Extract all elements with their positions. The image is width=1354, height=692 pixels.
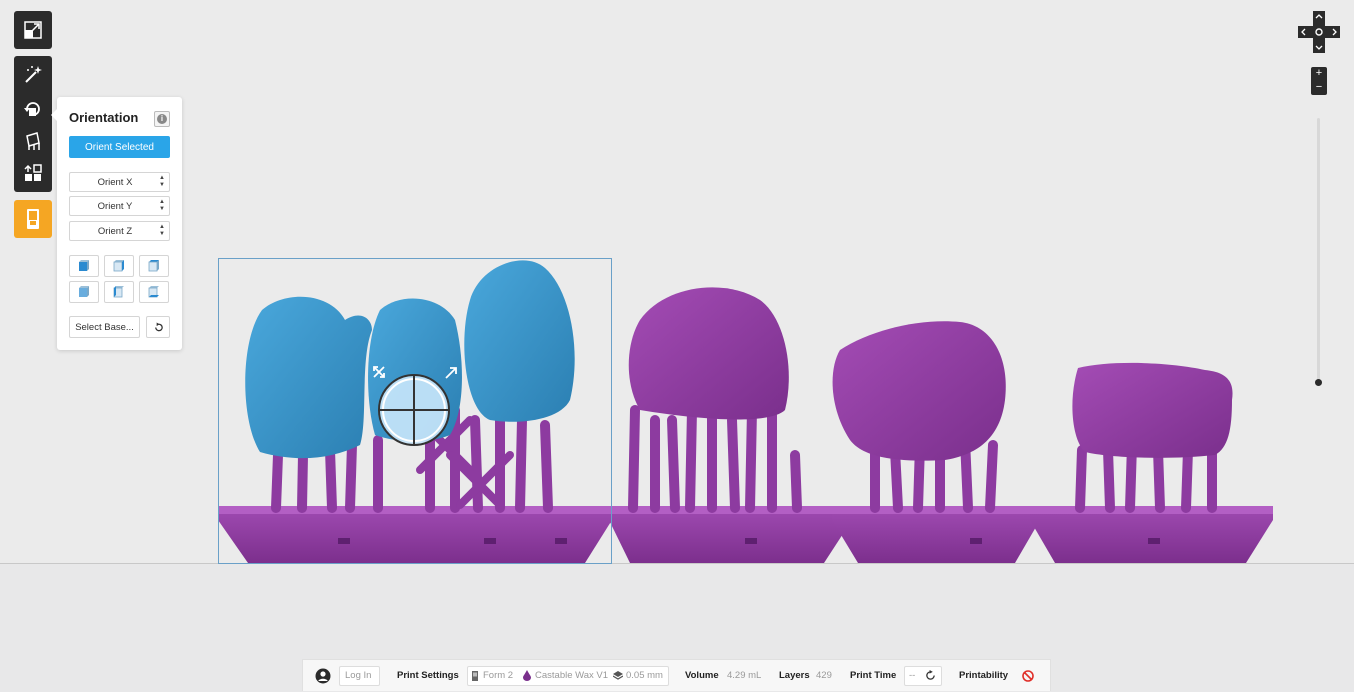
print-time-label: Print Time xyxy=(850,670,897,681)
face-side-button[interactable] xyxy=(104,255,134,277)
login-link[interactable]: Log In xyxy=(345,660,371,691)
orientation-tool-button[interactable] xyxy=(14,92,52,126)
printer-small-icon xyxy=(472,660,478,691)
orient-y-label: Orient Y xyxy=(97,201,133,212)
arrange-icon xyxy=(24,164,42,181)
zoom-in-button[interactable]: + xyxy=(1311,67,1327,81)
reset-orientation-button[interactable] xyxy=(146,316,170,338)
arrange-tool-button[interactable] xyxy=(14,156,52,190)
printer-value[interactable]: Form 2 xyxy=(483,660,513,691)
print-settings-label: Print Settings xyxy=(397,670,459,681)
view-navigation-pad[interactable] xyxy=(1298,11,1340,53)
supports-tool-button[interactable] xyxy=(14,124,52,158)
stepper-arrows-icon[interactable]: ▲ ▼ xyxy=(159,224,165,238)
layer-height-value[interactable]: 0.05 mm xyxy=(626,660,663,691)
orient-z-label: Orient Z xyxy=(97,226,133,237)
raft-bases xyxy=(218,506,1273,563)
unselected-models[interactable] xyxy=(628,287,1233,461)
supports-icon xyxy=(26,132,40,150)
layers-value: 429 xyxy=(816,670,832,681)
orient-y-stepper[interactable]: Orient Y ▲ ▼ xyxy=(69,196,170,216)
status-bar: Log In Print Settings Form 2 Castable Wa… xyxy=(302,659,1051,691)
volume-value: 4.29 mL xyxy=(727,670,762,681)
magic-tool-button[interactable] xyxy=(14,58,52,92)
tool-group xyxy=(14,56,52,192)
material-value[interactable]: Castable Wax V1 xyxy=(535,660,608,691)
reset-icon xyxy=(154,321,163,331)
layer-slider-track[interactable] xyxy=(1317,118,1320,380)
info-button[interactable]: i xyxy=(154,111,170,127)
stepper-arrows-icon[interactable]: ▲ ▼ xyxy=(159,199,165,213)
face-back-button[interactable] xyxy=(69,281,99,303)
layers-label: Layers xyxy=(779,670,810,681)
refresh-icon xyxy=(926,670,935,680)
face-front-button[interactable] xyxy=(69,255,99,277)
orient-selected-button[interactable]: Orient Selected xyxy=(69,136,170,158)
printer-icon xyxy=(27,209,39,229)
info-icon: i xyxy=(157,114,167,124)
orient-z-stepper[interactable]: Orient Z ▲ ▼ xyxy=(69,221,170,241)
print-time-value: -- xyxy=(909,670,916,681)
zoom-out-button[interactable]: − xyxy=(1311,81,1327,95)
not-allowed-icon xyxy=(1022,669,1034,682)
zoom-control: + − xyxy=(1311,67,1327,95)
orient-x-stepper[interactable]: Orient X ▲ ▼ xyxy=(69,172,170,192)
volume-label: Volume xyxy=(685,670,719,681)
cube-left-icon xyxy=(113,286,124,298)
cube-bottom-icon xyxy=(148,286,159,298)
face-left-button[interactable] xyxy=(104,281,134,303)
layers-stack-icon xyxy=(613,660,623,691)
printability-label: Printability xyxy=(959,670,1009,681)
refresh-estimate-button[interactable] xyxy=(925,660,936,691)
select-base-button[interactable]: Select Base... xyxy=(69,316,140,338)
layout-tool-button[interactable] xyxy=(14,11,52,49)
orient-x-label: Orient X xyxy=(97,177,133,188)
orientation-title: Orientation xyxy=(69,110,139,125)
model-viewport[interactable] xyxy=(0,0,1354,565)
user-icon xyxy=(315,668,331,683)
magic-wand-icon xyxy=(25,66,42,83)
face-bottom-button[interactable] xyxy=(139,281,169,303)
layer-slider-handle[interactable] xyxy=(1315,379,1322,386)
orientation-panel: Orientation i Orient Selected Orient X ▲… xyxy=(51,97,182,350)
cube-top-icon xyxy=(148,260,159,272)
resin-drop-icon xyxy=(523,660,531,691)
face-top-button[interactable] xyxy=(139,255,169,277)
rotation-gizmo[interactable] xyxy=(378,374,450,446)
printability-status[interactable] xyxy=(1022,660,1034,691)
cube-front-icon xyxy=(79,260,89,271)
rotate-icon xyxy=(24,102,40,116)
account-button[interactable] xyxy=(315,660,331,691)
cube-back-icon xyxy=(79,286,89,297)
expand-icon xyxy=(24,21,42,39)
stepper-arrows-icon[interactable]: ▲ ▼ xyxy=(159,175,165,189)
cube-side-icon xyxy=(113,260,124,272)
print-button[interactable] xyxy=(14,200,52,238)
